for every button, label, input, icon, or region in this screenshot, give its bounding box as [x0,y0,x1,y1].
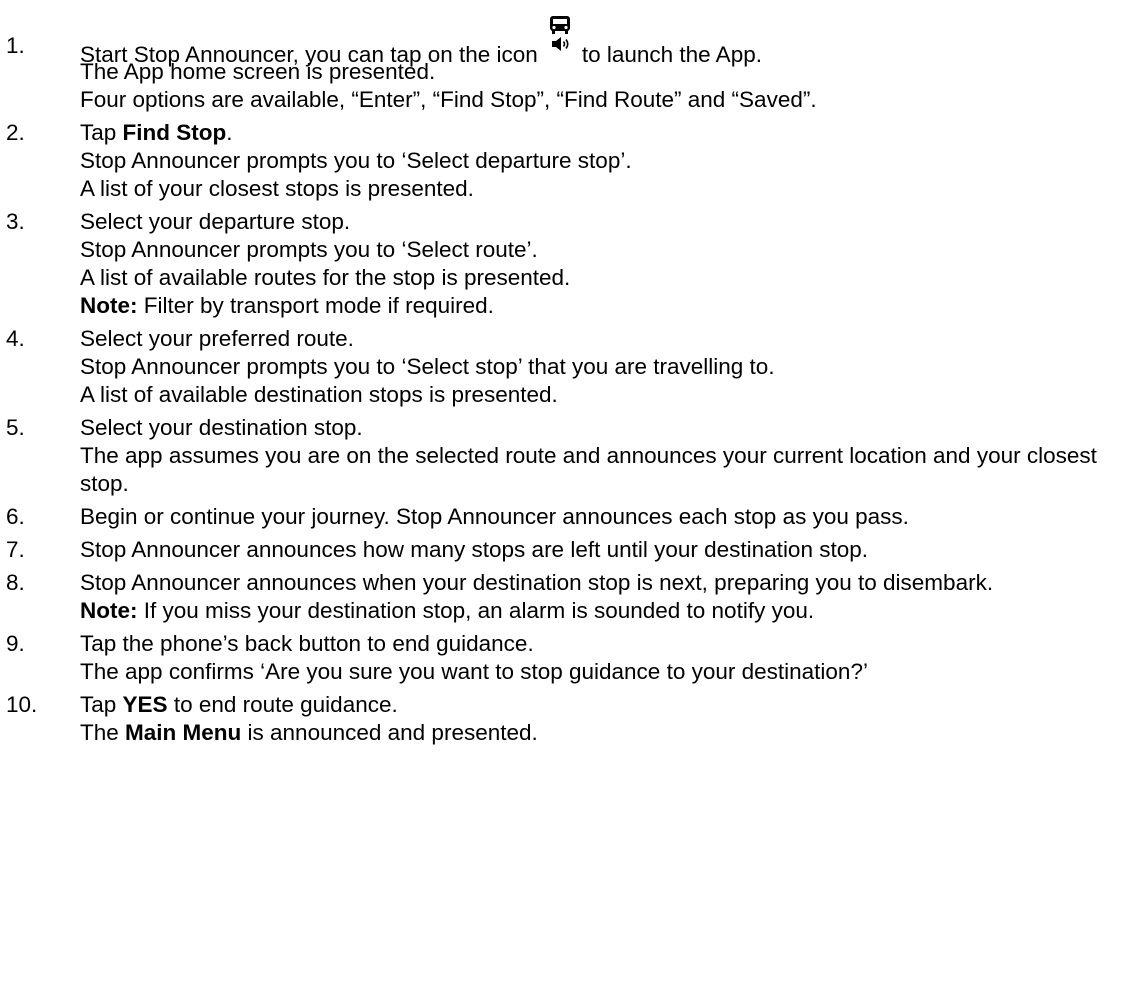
step-2: 2. Tap Find Stop. Stop Announcer prompts… [0,119,1129,203]
note-line: Note: Filter by transport mode if requir… [80,292,1129,320]
step-8: 8. Stop Announcer announces when your de… [0,569,1129,625]
step-line: Stop Announcer prompts you to ‘Select st… [80,354,775,379]
step-6: 6. Begin or continue your journey. Stop … [0,503,1129,531]
step-line: Stop Announcer announces when your desti… [80,570,994,595]
step-7: 7. Stop Announcer announces how many sto… [0,536,1129,564]
step-4: 4. Select your preferred route. Stop Ann… [0,325,1129,409]
step-text: . [226,120,233,145]
step-number: 5. [6,415,25,440]
ui-term: Main Menu [125,720,242,745]
step-line: Stop Announcer prompts you to ‘Select ro… [80,237,538,262]
step-line: Start Stop Announcer, you can tap on the… [80,16,1129,67]
step-line: Tap Find Stop. [80,119,1129,147]
step-line: Begin or continue your journey. Stop Ann… [80,504,909,529]
step-number: 6. [6,504,25,529]
step-line: The Main Menu is announced and presented… [80,719,1129,747]
bus-speaker-app-icon [544,16,576,60]
step-line: Stop Announcer prompts you to ‘Select de… [80,148,632,173]
step-3: 3. Select your departure stop. Stop Anno… [0,208,1129,320]
step-number: 10. [6,692,38,717]
step-line: Tap the phone’s back button to end guida… [80,631,534,656]
step-line: Select your destination stop. [80,415,363,440]
step-number: 4. [6,326,25,351]
step-number: 9. [6,631,25,656]
instruction-steps: 1. Start Stop Announcer, you can tap on … [0,0,1129,747]
step-text: to end route guidance. [167,692,398,717]
step-text: Tap [80,120,123,145]
step-number: 7. [6,537,25,562]
step-line: A list of available routes for the stop … [80,265,571,290]
step-line: The app confirms ‘Are you sure you want … [80,659,868,684]
step-text: to launch the App. [581,42,762,67]
ui-term: YES [122,692,168,717]
step-10: 10. Tap YES to end route guidance. The M… [0,691,1129,747]
step-line: Tap YES to end route guidance. [80,691,1129,719]
note-line: Note: If you miss your destination stop,… [80,597,1129,625]
step-9: 9. Tap the phone’s back button to end gu… [0,630,1129,686]
step-text: is announced and presented. [241,720,538,745]
step-5: 5. Select your destination stop. The app… [0,414,1129,498]
step-number: 2. [6,120,25,145]
note-label: Note: [80,293,138,318]
step-number: 8. [6,570,25,595]
step-text: The [80,720,126,745]
step-number: 1. [6,33,25,58]
step-number: 3. [6,209,25,234]
step-line: Select your departure stop. [80,209,351,234]
ui-term: Find Stop [122,120,227,145]
step-1: 1. Start Stop Announcer, you can tap on … [0,4,1129,114]
note-text: Filter by transport mode if required. [137,293,494,318]
step-line: A list of your closest stops is presente… [80,176,474,201]
step-line: A list of available destination stops is… [80,382,558,407]
step-line: Select your preferred route. [80,326,354,351]
step-line: Stop Announcer announces how many stops … [80,537,868,562]
step-line: Four options are available, “Enter”, “Fi… [80,87,817,112]
note-label: Note: [80,598,138,623]
step-text: Tap [80,692,123,717]
step-line: The app assumes you are on the selected … [80,443,1097,496]
note-text: If you miss your destination stop, an al… [137,598,815,623]
